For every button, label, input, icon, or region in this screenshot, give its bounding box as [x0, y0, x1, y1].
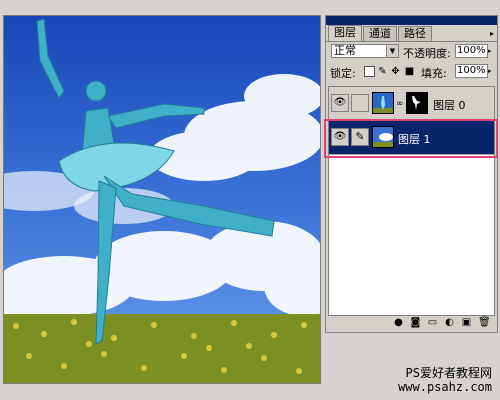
new-layer-icon[interactable]: ▣	[461, 317, 472, 328]
opacity-label: 不透明度:	[403, 47, 451, 60]
watermark-line2: www.psahz.com	[398, 380, 492, 394]
layer-name: 图层 0	[433, 99, 466, 112]
adjustment-layer-icon[interactable]: ◐	[444, 317, 455, 328]
watermark-line1: PS爱好者教程网	[405, 366, 492, 380]
ballerina-image	[4, 16, 320, 383]
palette-titlebar[interactable]	[326, 16, 497, 25]
layer-row-0[interactable]: 👁 ∞ 图层 0	[329, 87, 494, 121]
layer-link-slot[interactable]	[351, 94, 369, 112]
lock-move-icon[interactable]: ✥	[390, 66, 401, 77]
layers-palette: 图层 通道 路径 ▸ 正常 ▼ 不透明度: 100% ▸ 锁定: ✎ ✥ ■ 填…	[325, 15, 498, 333]
blend-mode-select[interactable]: 正常 ▼	[331, 44, 399, 58]
eye-icon[interactable]: 👁	[331, 128, 349, 146]
layer-style-icon[interactable]: ●	[393, 317, 404, 328]
chevron-down-icon[interactable]: ▼	[386, 45, 398, 57]
lock-all-icon[interactable]: ■	[404, 66, 415, 77]
document-canvas[interactable]	[3, 15, 321, 384]
eye-icon[interactable]: 👁	[331, 94, 349, 112]
add-mask-icon[interactable]: ◙	[410, 317, 421, 328]
new-group-icon[interactable]: ▭	[427, 317, 438, 328]
paintbrush-icon[interactable]: ✎	[351, 128, 369, 146]
tab-channels[interactable]: 通道	[363, 26, 397, 41]
chain-icon: ∞	[396, 99, 404, 109]
lock-label: 锁定:	[330, 67, 356, 80]
blend-mode-value: 正常	[334, 44, 356, 57]
palette-bottom-bar: ● ◙ ▭ ◐ ▣ 🗑	[328, 314, 495, 330]
watermark: PS爱好者教程网 www.psahz.com	[398, 366, 492, 394]
layer-name: 图层 1	[398, 133, 431, 146]
tab-paths[interactable]: 路径	[398, 26, 432, 41]
layer-thumbnail	[372, 126, 394, 148]
layer-row-1[interactable]: 👁 ✎ 图层 1	[329, 121, 494, 155]
layer-thumbnail	[372, 92, 394, 114]
blend-opacity-row: 正常 ▼ 不透明度: 100% ▸	[326, 42, 497, 62]
fill-input[interactable]: 100%	[455, 64, 488, 78]
opacity-arrow-icon[interactable]: ▸	[488, 44, 496, 58]
layer-mask-thumbnail[interactable]	[406, 92, 428, 114]
lock-fill-row: 锁定: ✎ ✥ ■ 填充: 100% ▸	[326, 62, 497, 82]
opacity-input[interactable]: 100%	[455, 44, 488, 58]
fill-label: 填充:	[421, 67, 447, 80]
layers-list: 👁 ∞ 图层 0 👁 ✎ 图层 1	[328, 86, 495, 316]
lock-brush-icon[interactable]: ✎	[377, 66, 388, 77]
palette-menu-icon[interactable]: ▸	[490, 27, 494, 41]
tab-layers[interactable]: 图层	[328, 25, 362, 41]
lock-transparency-icon[interactable]	[364, 66, 375, 77]
trash-icon[interactable]: 🗑	[478, 317, 491, 328]
fill-arrow-icon[interactable]: ▸	[488, 64, 496, 78]
palette-tabs: 图层 通道 路径 ▸	[326, 25, 497, 42]
